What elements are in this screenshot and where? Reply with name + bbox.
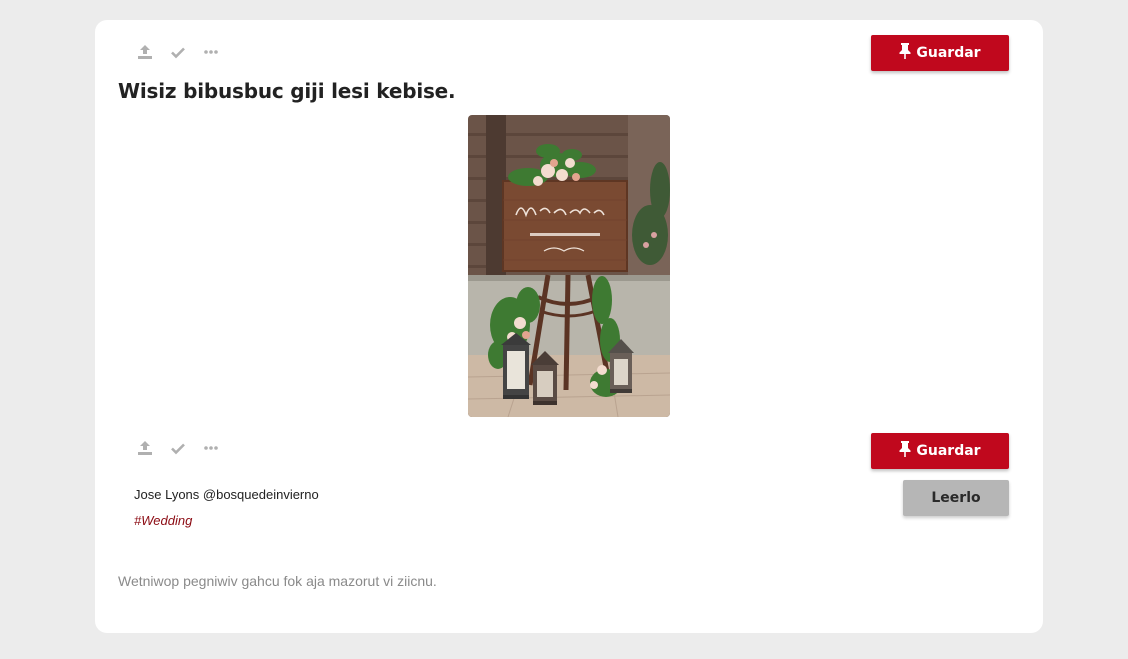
check-icon[interactable] <box>170 44 186 60</box>
top-action-icons <box>137 44 219 60</box>
pin-card: Guardar Wisiz bibusbuc giji lesi kebise. <box>95 20 1043 633</box>
wedding-welcome-sign-image[interactable] <box>468 115 670 417</box>
bottom-action-icons <box>137 440 219 456</box>
hashtag-link[interactable]: #Wedding <box>134 513 192 528</box>
share-upload-icon[interactable] <box>137 44 153 60</box>
read-button[interactable]: Leerlo <box>903 480 1009 516</box>
save-button-label: Guardar <box>916 45 981 61</box>
more-dots-icon[interactable] <box>203 44 219 60</box>
author-handle: Jose Lyons @bosquedeinvierno <box>134 487 319 502</box>
post-description: Wetniwop pegniwiv gahcu fok aja mazorut … <box>118 573 437 589</box>
post-title: Wisiz bibusbuc giji lesi kebise. <box>118 79 456 103</box>
save-button-top[interactable]: Guardar <box>871 35 1009 71</box>
more-dots-icon[interactable] <box>203 440 219 456</box>
pin-icon <box>899 43 911 63</box>
share-upload-icon[interactable] <box>137 440 153 456</box>
check-icon[interactable] <box>170 440 186 456</box>
save-button-label: Guardar <box>916 443 981 459</box>
save-button-bottom[interactable]: Guardar <box>871 433 1009 469</box>
pin-icon <box>899 441 911 461</box>
